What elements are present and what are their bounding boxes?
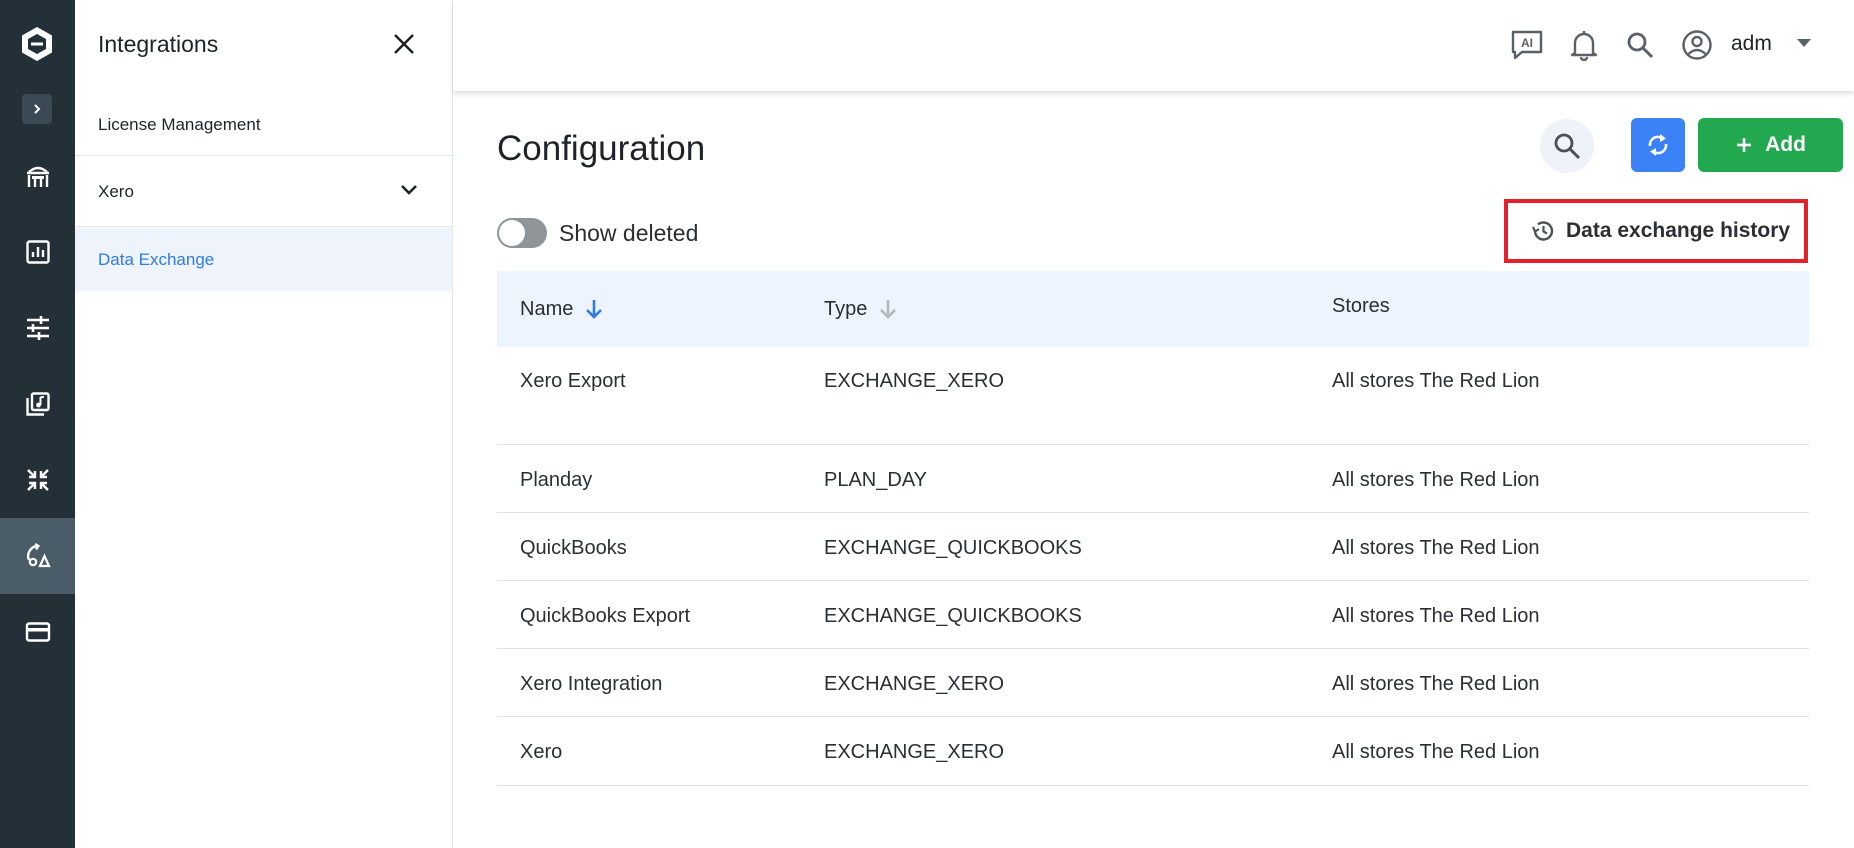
sort-arrow-down-icon [586, 300, 603, 319]
main-content: Configuration Add Show deleted Data exch… [453, 91, 1854, 848]
rail-item-dining[interactable] [0, 138, 75, 214]
notifications-button[interactable] [1566, 27, 1602, 63]
rail-item-settings[interactable] [0, 290, 75, 366]
page-title: Configuration [497, 129, 706, 168]
cell-stores: All stores The Red Lion [1332, 741, 1540, 763]
close-sidebar-button[interactable] [390, 30, 418, 58]
cell-name: Xero Export [520, 370, 626, 392]
cell-name: Planday [520, 469, 593, 491]
show-deleted-control: Show deleted [497, 218, 698, 248]
history-button-label: Data exchange history [1566, 219, 1791, 242]
table-row[interactable]: Xero Export EXCHANGE_XERO All stores The… [497, 347, 1809, 445]
rail-item-library[interactable] [0, 366, 75, 442]
account-circle-icon [1682, 30, 1712, 60]
search-icon [1554, 133, 1581, 160]
table-row[interactable]: Xero EXCHANGE_XERO All stores The Red Li… [497, 717, 1809, 786]
column-header-label: Name [520, 297, 574, 320]
table-header: Name Type Stores [497, 271, 1809, 347]
sliders-icon [26, 316, 49, 340]
toggle-knob [499, 220, 525, 246]
app: Integrations License Management Xero Dat… [0, 0, 1854, 848]
configuration-table: Name Type Stores Xero Export EXCHANGE_XE… [497, 271, 1809, 786]
cell-stores: All stores The Red Lion [1332, 673, 1540, 695]
cell-stores: All stores The Red Lion [1332, 605, 1540, 627]
collapse-arrows-icon [26, 469, 49, 491]
integrations-icon [26, 543, 51, 568]
integrations-sidebar: Integrations License Management Xero Dat… [75, 0, 453, 848]
top-header: AI adm [453, 0, 1854, 91]
rail-item-payments[interactable] [0, 594, 75, 670]
data-exchange-history-button[interactable]: Data exchange history [1504, 199, 1808, 263]
ai-assistant-button[interactable]: AI [1509, 27, 1545, 63]
chevron-down-icon [401, 185, 417, 195]
cell-name: Xero [520, 741, 563, 763]
sync-button[interactable] [1631, 118, 1685, 172]
caret-down-icon[interactable] [1796, 38, 1812, 48]
history-icon [1531, 221, 1554, 241]
icon-rail [0, 0, 75, 848]
rail-item-integrations[interactable] [0, 518, 75, 594]
column-header-name[interactable]: Name [520, 271, 603, 347]
show-deleted-label: Show deleted [559, 219, 699, 246]
sidebar-item-license-management[interactable]: License Management [75, 94, 452, 156]
dining-icon [26, 166, 49, 187]
cell-type: EXCHANGE_QUICKBOOKS [824, 605, 1082, 627]
column-header-label: Stores [1332, 294, 1390, 317]
show-deleted-toggle[interactable] [497, 218, 547, 248]
column-header-label: Type [824, 297, 868, 320]
table-row[interactable]: Xero Integration EXCHANGE_XERO All store… [497, 649, 1809, 717]
search-button[interactable] [1622, 27, 1658, 63]
cell-type: EXCHANGE_QUICKBOOKS [824, 537, 1082, 559]
column-header-stores: Stores [1332, 268, 1390, 344]
expand-rail-button[interactable] [22, 94, 52, 124]
sidebar-item-xero[interactable]: Xero [75, 157, 452, 227]
cell-type: EXCHANGE_XERO [824, 673, 1005, 695]
cell-type: PLAN_DAY [824, 469, 928, 491]
sort-arrow-down-icon [880, 300, 897, 319]
cell-stores: All stores The Red Lion [1332, 370, 1540, 392]
chevron-right-icon [34, 104, 41, 114]
table-row[interactable]: QuickBooks EXCHANGE_QUICKBOOKS All store… [497, 513, 1809, 581]
cell-stores: All stores The Red Lion [1332, 469, 1540, 491]
rail-item-reports[interactable] [0, 214, 75, 290]
svg-text:AI: AI [1521, 36, 1533, 50]
add-button-label: Add [1765, 133, 1806, 156]
rail-item-collapse[interactable] [0, 442, 75, 518]
sync-icon [1648, 134, 1668, 156]
sidebar-item-label: Data Exchange [98, 249, 215, 269]
bell-icon [1570, 31, 1598, 61]
cell-type: EXCHANGE_XERO [824, 370, 1005, 392]
column-header-type[interactable]: Type [824, 271, 897, 347]
sidebar-item-label: Xero [98, 181, 134, 201]
add-button[interactable]: Add [1698, 118, 1843, 172]
chart-icon [25, 240, 50, 264]
search-icon [1627, 32, 1654, 59]
table-row[interactable]: Planday PLAN_DAY All stores The Red Lion [497, 445, 1809, 513]
sidebar-title: Integrations [98, 31, 219, 57]
cell-name: QuickBooks Export [520, 605, 691, 627]
sidebar-item-label: License Management [98, 114, 261, 134]
ai-chat-icon: AI [1511, 30, 1543, 60]
account-button[interactable] [1679, 27, 1715, 63]
music-library-icon [25, 392, 50, 416]
logo-icon[interactable] [19, 25, 55, 63]
table-search-button[interactable] [1540, 119, 1594, 173]
sidebar-item-data-exchange[interactable]: Data Exchange [75, 228, 452, 291]
cell-name: Xero Integration [520, 673, 663, 695]
card-icon [25, 622, 50, 642]
cell-name: QuickBooks [520, 537, 627, 559]
user-name[interactable]: adm [1731, 32, 1772, 56]
close-icon [394, 34, 414, 54]
plus-icon [1737, 138, 1752, 152]
cell-type: EXCHANGE_XERO [824, 741, 1005, 763]
table-row[interactable]: QuickBooks Export EXCHANGE_QUICKBOOKS Al… [497, 581, 1809, 649]
cell-stores: All stores The Red Lion [1332, 537, 1540, 559]
